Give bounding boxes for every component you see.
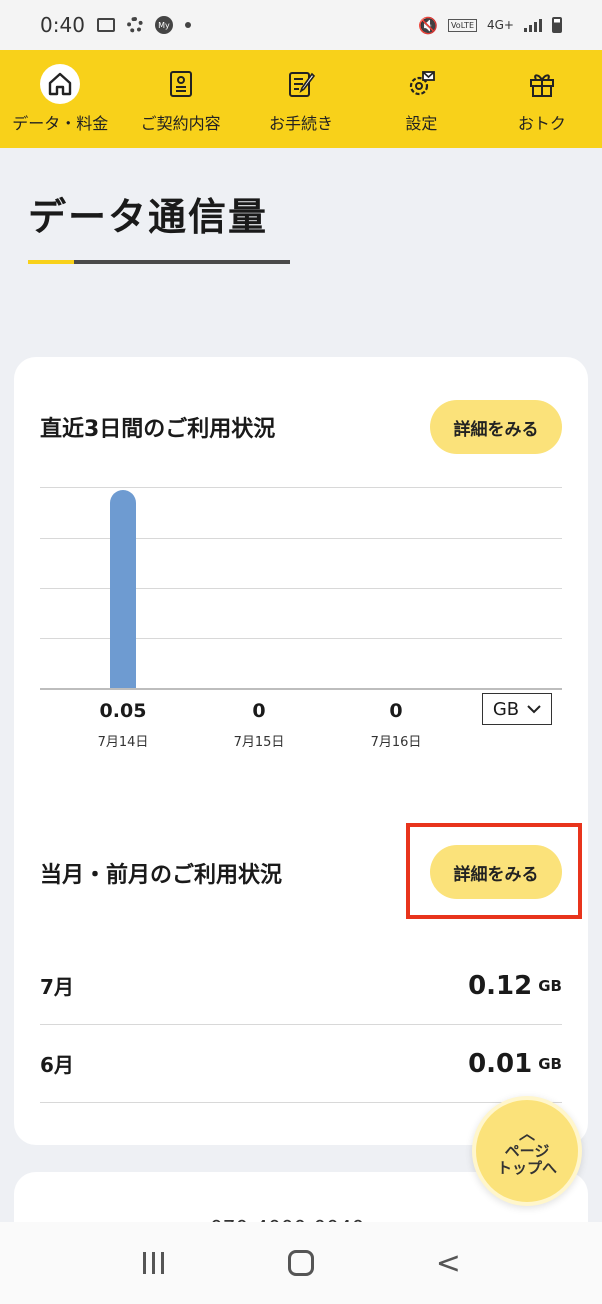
gridline — [40, 487, 562, 488]
home-icon — [40, 64, 81, 104]
more-notifications-icon — [184, 22, 191, 28]
chart-value-label: 0 — [389, 700, 403, 722]
chart-value-label: 0 — [252, 700, 266, 722]
recent-apps-button[interactable] — [124, 1233, 184, 1293]
procedure-icon — [281, 64, 321, 104]
home-button[interactable] — [271, 1233, 331, 1293]
mute-icon: 🔇 — [418, 15, 438, 35]
title-underline — [28, 260, 290, 264]
month-label: 7月 — [40, 975, 74, 999]
month-unit: GB — [538, 1054, 562, 1073]
month-value: 0.12 — [468, 970, 533, 1001]
month-label: 6月 — [40, 1053, 74, 1077]
nav-item-data[interactable]: データ・料金 — [0, 50, 120, 148]
chevron-up-icon: ︿ — [518, 1123, 535, 1143]
chart-date-label: 7月16日 — [370, 735, 422, 750]
nav-item-procedure[interactable]: お手続き — [241, 50, 361, 148]
page-title: データ通信量 — [28, 195, 269, 239]
back-button[interactable]: < — [418, 1233, 478, 1293]
usage-chart — [40, 485, 562, 690]
nav-item-contract[interactable]: ご契約内容 — [120, 50, 240, 148]
signal-icon — [524, 18, 542, 32]
gift-icon — [522, 64, 562, 104]
settings-notification-icon — [126, 17, 143, 33]
chart-date-label: 7月15日 — [233, 735, 285, 750]
recent-apps-icon — [143, 1252, 165, 1274]
month-value: 0.01 — [468, 1048, 533, 1079]
image-notification-icon — [96, 18, 115, 32]
top-nav: データ・料金 ご契約内容 お手続き 設定 おトク — [0, 50, 602, 148]
chevron-down-icon — [527, 705, 541, 714]
battery-icon — [552, 17, 562, 33]
month-unit: GB — [538, 976, 562, 995]
usage-card: 直近3日間のご利用状況 詳細をみる 0.05 7月14日 0 7月15日 0 7… — [14, 357, 588, 1145]
chart-baseline — [40, 688, 562, 690]
nav-item-deals[interactable]: おトク — [482, 50, 602, 148]
recent-detail-button[interactable]: 詳細をみる — [430, 400, 562, 454]
status-bar: 0:40 My 🔇 VoLTE 4G+ — [0, 0, 602, 50]
back-chevron-icon: < — [435, 1245, 461, 1281]
chart-bar — [110, 490, 136, 688]
nav-label: ご契約内容 — [140, 114, 221, 133]
contract-icon — [161, 64, 201, 104]
monthly-usage-title: 当月・前月のご利用状況 — [40, 863, 283, 888]
home-circle-icon — [287, 1250, 314, 1276]
page-top-button[interactable]: ︿ ページ トップへ — [472, 1096, 582, 1206]
chart-value-label: 0.05 — [99, 700, 147, 722]
highlight-box — [406, 823, 582, 919]
chart-date-label: 7月14日 — [97, 735, 149, 750]
system-nav-bar: < — [0, 1222, 602, 1304]
page-top-label-1: ページ — [504, 1141, 550, 1160]
network-type: 4G+ — [487, 18, 514, 32]
volte-icon: VoLTE — [447, 18, 477, 32]
nav-label: データ・料金 — [12, 114, 109, 133]
month-row-current: 7月 0.12 GB — [40, 947, 562, 1025]
unit-select-value: GB — [492, 698, 520, 720]
my-docomo-icon: My — [154, 16, 173, 34]
recent-usage-title: 直近3日間のご利用状況 — [40, 417, 276, 442]
nav-label: 設定 — [405, 114, 438, 133]
page-top-label-2: トップへ — [496, 1159, 557, 1178]
unit-select[interactable]: GB — [482, 693, 552, 725]
nav-item-settings[interactable]: 設定 — [361, 50, 481, 148]
nav-label: おトク — [517, 114, 566, 133]
month-row-previous: 6月 0.01 GB — [40, 1025, 562, 1103]
status-time: 0:40 — [40, 13, 85, 37]
settings-icon — [401, 64, 441, 104]
nav-label: お手続き — [269, 114, 334, 133]
